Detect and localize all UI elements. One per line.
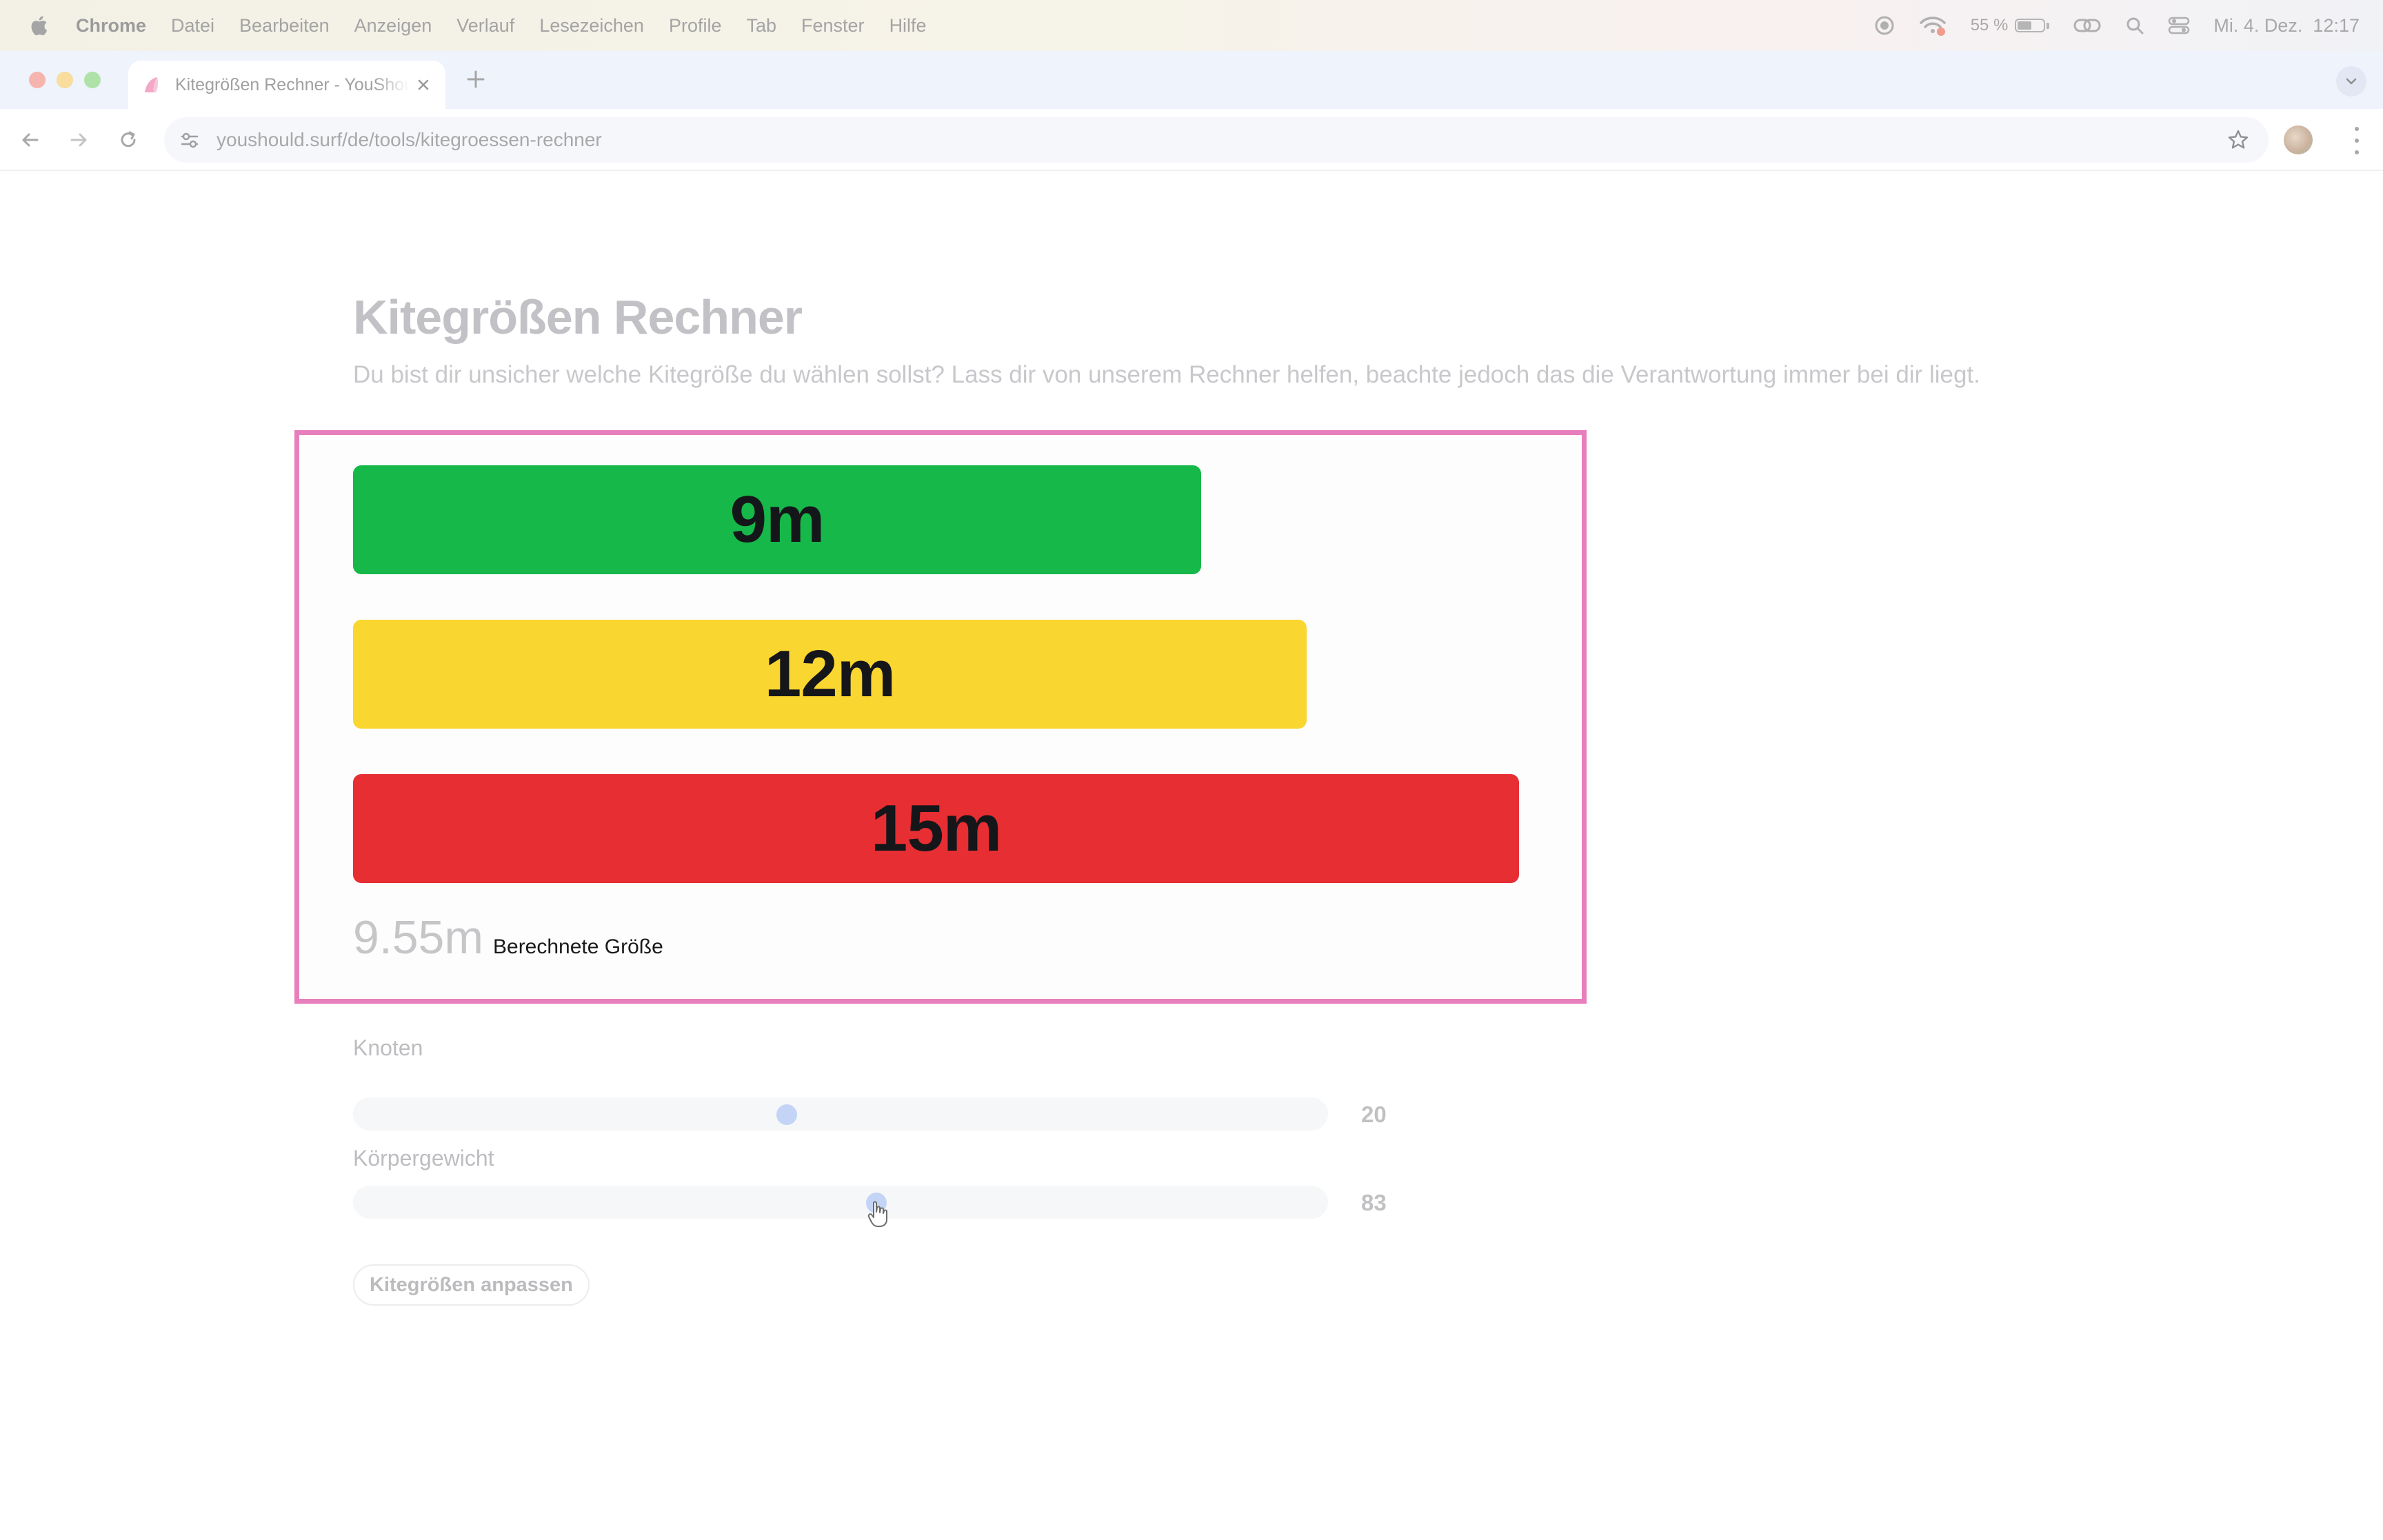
chevron-down-icon — [2346, 78, 2357, 85]
adjust-kite-sizes-button[interactable]: Kitegrößen anpassen — [353, 1264, 590, 1306]
calculated-size-value: 9.55m — [353, 911, 483, 964]
window-controls — [29, 72, 112, 88]
url-text[interactable]: youshould.surf/de/tools/kitegroessen-rec… — [217, 129, 602, 151]
menu-lesezeichen[interactable]: Lesezeichen — [539, 15, 644, 37]
control-center-icon[interactable] — [2168, 16, 2190, 35]
close-window-button[interactable] — [29, 72, 46, 88]
link-icon[interactable] — [2073, 16, 2102, 35]
weight-slider[interactable] — [353, 1186, 1328, 1219]
kite-size-result-panel: 9m 12m 15m 9.55m Berechnete Größe — [294, 430, 1587, 1004]
tab-active[interactable]: Kitegrößen Rechner - YouShould.surf — [128, 61, 445, 109]
knots-label: Knoten — [353, 1035, 423, 1060]
weight-value: 83 — [1361, 1190, 1387, 1215]
bookmark-star-icon[interactable] — [2227, 129, 2249, 151]
cursor-hand-icon — [867, 1201, 887, 1227]
macos-menu-bar: Chrome Datei Bearbeiten Anzeigen Verlauf… — [0, 0, 2383, 51]
kite-size-bar-large: 15m — [353, 774, 1519, 883]
tab-title: Kitegrößen Rechner - YouShould.surf — [175, 74, 410, 94]
browser-toolbar: youshould.surf/de/tools/kitegroessen-rec… — [0, 109, 2383, 171]
menu-app-name[interactable]: Chrome — [76, 15, 146, 37]
tab-close-icon[interactable] — [412, 74, 434, 96]
apple-icon[interactable] — [28, 14, 48, 37]
menu-tab[interactable]: Tab — [746, 15, 776, 37]
wifi-icon[interactable] — [1918, 14, 1947, 37]
screen-record-icon[interactable] — [1874, 15, 1895, 36]
address-bar[interactable]: youshould.surf/de/tools/kitegroessen-rec… — [164, 117, 2269, 163]
menu-fenster[interactable]: Fenster — [801, 15, 865, 37]
profile-avatar[interactable] — [2284, 125, 2313, 154]
menu-verlauf[interactable]: Verlauf — [456, 15, 514, 37]
menu-kebab-icon[interactable] — [2350, 127, 2364, 154]
knots-slider-thumb[interactable] — [776, 1104, 798, 1125]
page-content: Kitegrößen Rechner Du bist dir unsicher … — [0, 171, 2383, 1540]
battery-indicator[interactable]: 55 % — [1971, 16, 2050, 35]
clock[interactable]: Mi. 4. Dez. 12:17 — [2213, 15, 2360, 37]
menu-bearbeiten[interactable]: Bearbeiten — [239, 15, 330, 37]
calculated-size-label: Berechnete Größe — [493, 935, 663, 958]
forward-icon[interactable] — [65, 126, 92, 154]
tab-search-button[interactable] — [2336, 66, 2366, 97]
site-settings-icon[interactable] — [179, 130, 200, 150]
favicon-icon — [145, 77, 159, 92]
battery-percent: 55 % — [1970, 16, 2009, 34]
menu-anzeigen[interactable]: Anzeigen — [354, 15, 432, 37]
new-tab-icon[interactable] — [462, 68, 490, 95]
knots-value: 20 — [1361, 1102, 1387, 1127]
knots-slider[interactable] — [353, 1097, 1328, 1131]
battery-icon — [2015, 19, 2046, 32]
calculated-size: 9.55m Berechnete Größe — [353, 911, 663, 964]
status-area: 55 % Mi. 4. Dez. 12:17 — [1851, 0, 2360, 51]
zoom-window-button[interactable] — [84, 72, 101, 88]
weight-label: Körpergewicht — [353, 1146, 494, 1171]
reload-icon[interactable] — [114, 126, 142, 154]
kite-size-bar-small: 9m — [353, 465, 1201, 574]
menu-hilfe[interactable]: Hilfe — [889, 15, 927, 37]
back-icon[interactable] — [17, 126, 44, 154]
search-icon[interactable] — [2125, 16, 2144, 35]
page-title: Kitegrößen Rechner — [353, 290, 803, 344]
menu-datei[interactable]: Datei — [171, 15, 214, 37]
minimize-window-button[interactable] — [57, 72, 73, 88]
menu-profile[interactable]: Profile — [669, 15, 722, 37]
page-subtitle: Du bist dir unsicher welche Kitegröße du… — [353, 361, 1980, 388]
kite-size-bar-medium: 12m — [353, 620, 1307, 729]
tab-strip: Kitegrößen Rechner - YouShould.surf — [0, 51, 2383, 109]
